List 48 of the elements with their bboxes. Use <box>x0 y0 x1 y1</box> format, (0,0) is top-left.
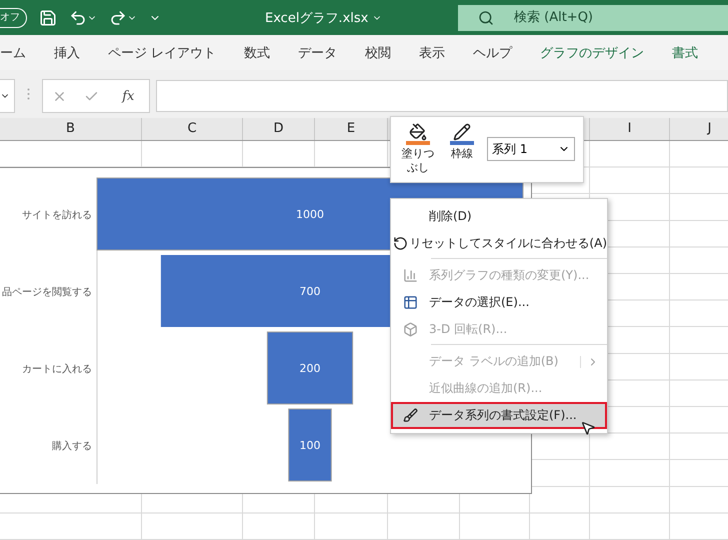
ribbon-tab[interactable]: 表示 <box>405 35 460 70</box>
ribbon-tab[interactable]: ーム <box>0 35 40 70</box>
column-header[interactable]: C <box>142 118 243 140</box>
menu-item[interactable]: データ系列の書式設定(F)... <box>391 402 607 429</box>
data-label: 700 <box>300 285 320 298</box>
ribbon-tab[interactable]: データ <box>284 35 352 70</box>
column-header[interactable]: I <box>590 118 670 140</box>
drag-handle-icon[interactable] <box>27 88 30 100</box>
outline-button[interactable]: 枠線 <box>443 123 481 161</box>
ribbon-tab[interactable]: 校閲 <box>351 35 406 70</box>
search-field[interactable]: 検索 (Alt+Q) <box>458 4 728 30</box>
series-select[interactable]: 系列 1 <box>487 137 575 161</box>
bar-chart-icon <box>402 268 418 283</box>
category-label: サイトを訪れる <box>22 210 92 221</box>
data-label: 200 <box>300 362 320 375</box>
undo-icon[interactable] <box>69 8 97 26</box>
name-box-dropdown[interactable] <box>0 79 15 113</box>
autosave-toggle[interactable]: オフ <box>0 8 27 28</box>
brush-icon <box>402 408 418 423</box>
formula-input[interactable] <box>156 80 728 112</box>
funnel-bar[interactable] <box>266 332 354 404</box>
data-label: 100 <box>300 439 320 452</box>
redo-icon[interactable] <box>109 8 137 26</box>
ribbon-tab[interactable]: ヘルプ <box>459 35 526 70</box>
paint-bucket-icon <box>409 123 427 141</box>
ribbon-tab[interactable]: グラフのデザイン <box>526 35 658 70</box>
search-input[interactable]: 検索 (Alt+Q) <box>512 9 696 26</box>
ribbon-tab[interactable]: 挿入 <box>40 35 94 70</box>
column-header[interactable]: E <box>315 118 388 140</box>
column-header[interactable]: J <box>670 118 728 140</box>
file-name[interactable]: Excelグラフ.xlsx <box>265 8 382 26</box>
insert-function-button[interactable]: fx <box>116 88 140 104</box>
table-icon <box>402 295 418 310</box>
ribbon-tab[interactable]: 数式 <box>230 35 284 70</box>
column-header[interactable]: B <box>0 118 142 140</box>
save-icon[interactable] <box>39 8 57 26</box>
ribbon-tab[interactable]: 書式 <box>658 35 712 70</box>
category-label: 品ページを閲覧する <box>2 287 92 298</box>
cube-icon <box>402 322 418 337</box>
reset-icon <box>392 236 408 251</box>
funnel-bar[interactable] <box>288 408 332 482</box>
search-icon <box>478 10 494 26</box>
category-label: カートに入れる <box>22 364 92 375</box>
ribbon-tab[interactable]: ページ レイアウト <box>94 35 230 70</box>
pencil-icon <box>453 123 471 141</box>
column-header[interactable]: D <box>243 118 315 140</box>
category-label: 購入する <box>52 441 92 452</box>
data-label: 1000 <box>296 208 324 221</box>
